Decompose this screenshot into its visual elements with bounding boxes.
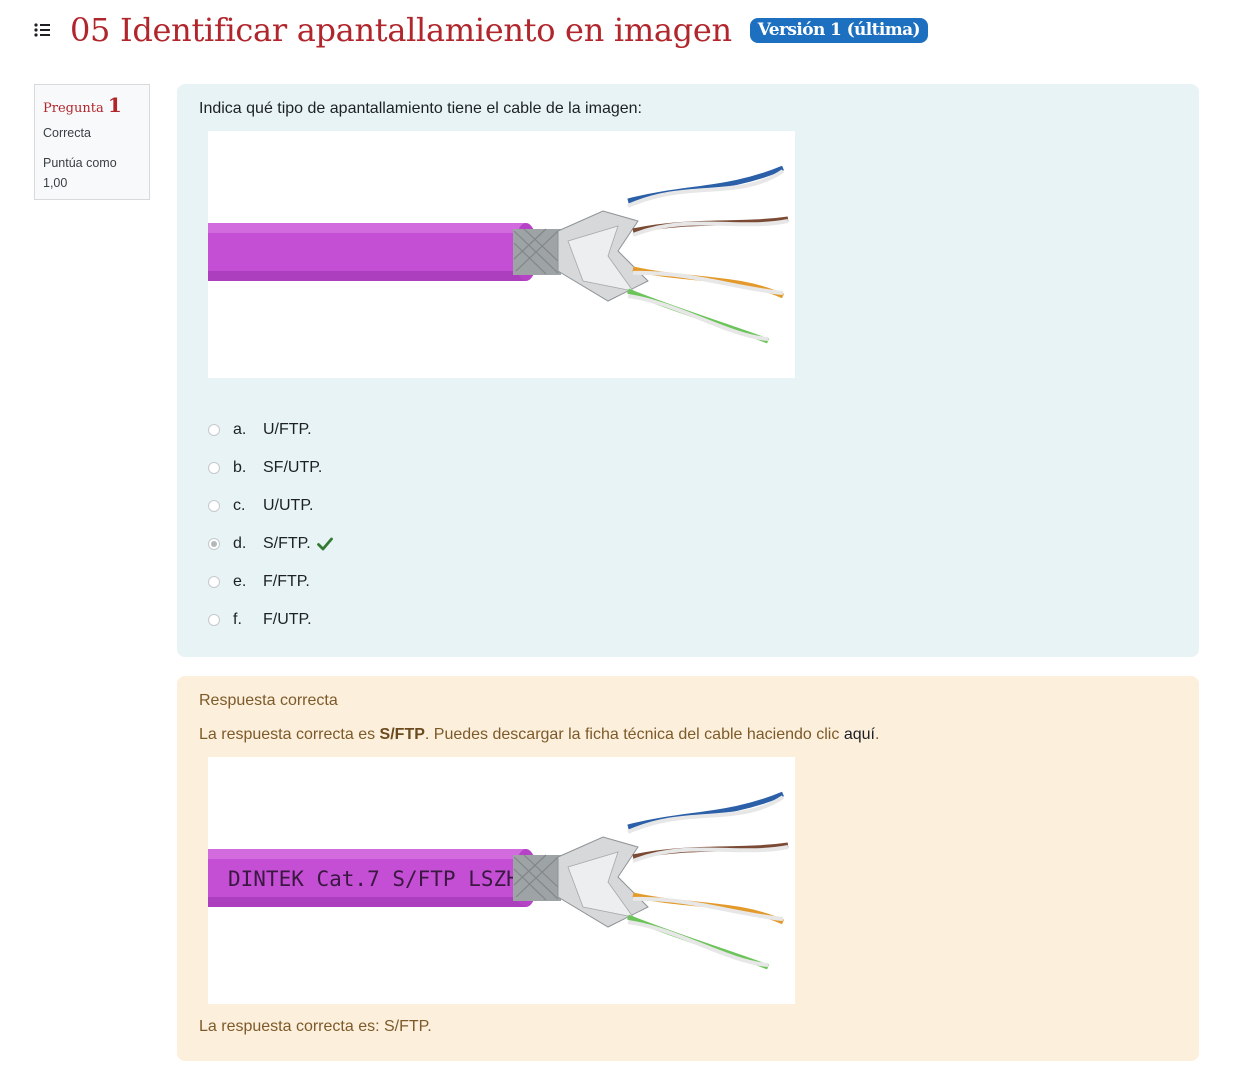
question-info: Pregunta 1 Correcta Puntúa como 1,00 xyxy=(34,84,150,200)
page-header: 05 Identificar apantallamiento en imagen… xyxy=(34,10,928,50)
radio-c[interactable] xyxy=(208,500,220,512)
question-state: Correcta xyxy=(43,126,91,140)
answer-a[interactable]: a. U/FTP. xyxy=(208,411,333,449)
answer-f-text: F/UTP. xyxy=(263,611,312,628)
feedback-text: La respuesta correcta es S/FTP. Puedes d… xyxy=(199,726,879,744)
answer-d-text: S/FTP. xyxy=(263,535,311,552)
answer-e[interactable]: e. F/FTP. xyxy=(208,563,333,601)
grade-label: Puntúa como xyxy=(43,156,117,170)
feedback-answer-bold: S/FTP xyxy=(379,726,425,743)
answer-d-letter: d. xyxy=(233,535,247,552)
answer-f-letter: f. xyxy=(233,611,242,628)
question-label: Pregunta xyxy=(43,101,104,116)
question-text: Indica qué tipo de apantallamiento tiene… xyxy=(199,100,642,117)
cable-image xyxy=(208,131,795,378)
answer-b-letter: b. xyxy=(233,459,247,476)
cable-print-text: DINTEK Cat.7 S/FTP LSZH xyxy=(228,867,519,891)
right-answer: La respuesta correcta es: S/FTP. xyxy=(199,1018,432,1035)
list-icon[interactable] xyxy=(34,22,50,38)
answer-a-letter: a. xyxy=(233,421,247,438)
feedback-text-end: . xyxy=(874,726,880,743)
grade-value: 1,00 xyxy=(43,176,68,190)
radio-a[interactable] xyxy=(208,424,220,436)
question-number-value: 1 xyxy=(107,93,122,117)
answer-a-text: U/FTP. xyxy=(263,421,312,438)
radio-f[interactable] xyxy=(208,614,220,626)
cable-braid xyxy=(513,855,561,901)
answer-e-text: F/FTP. xyxy=(263,573,310,590)
radio-e[interactable] xyxy=(208,576,220,588)
answer-b-text: SF/UTP. xyxy=(263,459,323,476)
radio-d[interactable] xyxy=(208,538,220,550)
page-title: 05 Identificar apantallamiento en imagen xyxy=(70,11,732,49)
answer-b[interactable]: b. SF/UTP. xyxy=(208,449,333,487)
question-box: Indica qué tipo de apantallamiento tiene… xyxy=(177,84,1199,657)
answer-e-letter: e. xyxy=(233,573,247,590)
cable-braid xyxy=(513,229,561,275)
answer-c-text: U/UTP. xyxy=(263,497,314,514)
answer-d[interactable]: d. S/FTP. xyxy=(208,525,333,563)
answer-c-letter: c. xyxy=(233,497,246,514)
question-number: Pregunta 1 xyxy=(43,93,141,117)
feedback-text-after: . Puedes descargar la ficha técnica del … xyxy=(424,726,844,743)
feedback-text-before: La respuesta correcta es xyxy=(199,726,380,743)
radio-b[interactable] xyxy=(208,462,220,474)
feedback-title: Respuesta correcta xyxy=(199,692,338,709)
answer-c[interactable]: c. U/UTP. xyxy=(208,487,333,525)
cable-image-labeled: DINTEK Cat.7 S/FTP LSZH xyxy=(208,757,795,1004)
check-icon xyxy=(316,537,333,551)
datasheet-link[interactable]: aquí xyxy=(844,726,875,743)
answer-f[interactable]: f. F/UTP. xyxy=(208,601,333,639)
answer-list: a. U/FTP. b. SF/UTP. c. U/UTP. d. S/FTP.… xyxy=(208,411,333,639)
question-grade: Puntúa como 1,00 xyxy=(43,153,141,193)
feedback-box: Respuesta correcta La respuesta correcta… xyxy=(177,676,1199,1061)
version-badge: Versión 1 (última) xyxy=(749,17,928,43)
